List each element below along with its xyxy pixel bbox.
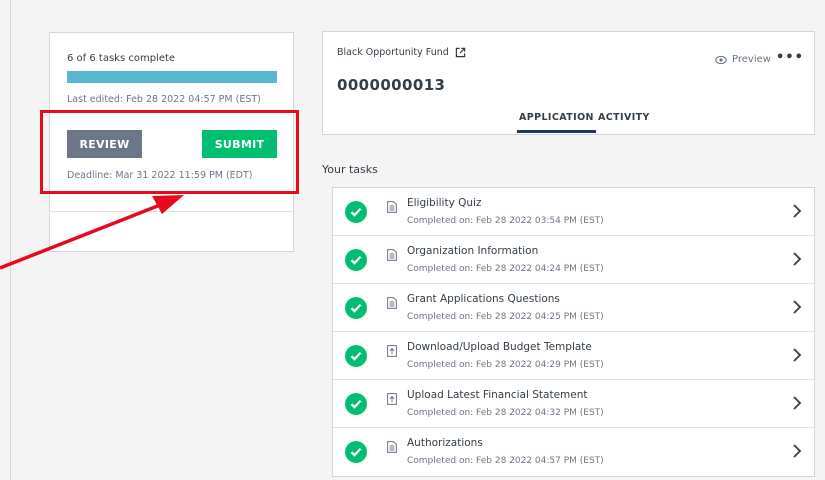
chevron-right-icon (793, 204, 802, 218)
upload-icon (387, 345, 397, 357)
check-circle-icon (345, 201, 367, 223)
chevron-right-icon (793, 348, 802, 362)
chevron-right-icon (793, 444, 802, 458)
preview-label: Preview (732, 54, 771, 65)
progress-card: 6 of 6 tasks complete Last edited: Feb 2… (49, 32, 294, 252)
application-number: 0000000013 (337, 76, 446, 94)
chevron-right-icon (793, 252, 802, 266)
tab-application[interactable]: APPLICATION (517, 112, 596, 133)
eye-icon (715, 55, 727, 64)
preview-button[interactable]: Preview (715, 54, 771, 65)
more-options-button[interactable]: ••• (776, 50, 804, 65)
application-header: Black Opportunity Fund 0000000013 Previe… (322, 31, 815, 135)
check-circle-icon (345, 345, 367, 367)
chevron-right-icon (793, 300, 802, 314)
task-completed-date: Completed on: Feb 28 2022 04:24 PM (EST) (407, 264, 604, 274)
document-icon (387, 201, 397, 213)
progress-bar (67, 71, 277, 83)
task-title: Organization Information (407, 245, 539, 257)
card-divider (50, 211, 293, 212)
task-title: Download/Upload Budget Template (407, 341, 592, 353)
upload-icon (387, 393, 397, 405)
document-icon (387, 249, 397, 261)
last-edited-text: Last edited: Feb 28 2022 04:57 PM (EST) (67, 94, 261, 105)
task-completed-date: Completed on: Feb 28 2022 04:29 PM (EST) (407, 360, 604, 370)
page: 6 of 6 tasks complete Last edited: Feb 2… (10, 0, 825, 480)
fund-name[interactable]: Black Opportunity Fund (337, 47, 466, 58)
progress-fill (67, 71, 277, 83)
progress-summary: 6 of 6 tasks complete (67, 53, 176, 64)
task-list: Eligibility Quiz Completed on: Feb 28 20… (332, 187, 815, 477)
task-eligibility-quiz[interactable]: Eligibility Quiz Completed on: Feb 28 20… (333, 188, 814, 236)
document-icon (387, 297, 397, 309)
task-title: Eligibility Quiz (407, 197, 482, 209)
task-completed-date: Completed on: Feb 28 2022 04:32 PM (EST) (407, 408, 604, 418)
task-title: Grant Applications Questions (407, 293, 560, 305)
submit-button[interactable]: SUBMIT (202, 130, 277, 158)
document-icon (387, 441, 397, 453)
task-completed-date: Completed on: Feb 28 2022 04:57 PM (EST) (407, 456, 604, 466)
fund-name-label: Black Opportunity Fund (337, 47, 449, 58)
task-title: Upload Latest Financial Statement (407, 389, 588, 401)
task-completed-date: Completed on: Feb 28 2022 04:25 PM (EST) (407, 312, 604, 322)
chevron-right-icon (793, 396, 802, 410)
task-budget-template[interactable]: Download/Upload Budget Template Complete… (333, 332, 814, 380)
review-button[interactable]: REVIEW (67, 130, 142, 158)
task-completed-date: Completed on: Feb 28 2022 03:54 PM (EST) (407, 216, 604, 226)
task-organization-information[interactable]: Organization Information Completed on: F… (333, 236, 814, 284)
external-link-icon[interactable] (455, 47, 466, 58)
tab-activity[interactable]: ACTIVITY (598, 112, 650, 123)
task-financial-statement[interactable]: Upload Latest Financial Statement Comple… (333, 380, 814, 428)
task-grant-applications-questions[interactable]: Grant Applications Questions Completed o… (333, 284, 814, 332)
check-circle-icon (345, 393, 367, 415)
check-circle-icon (345, 249, 367, 271)
task-authorizations[interactable]: Authorizations Completed on: Feb 28 2022… (333, 428, 814, 476)
deadline-text: Deadline: Mar 31 2022 11:59 PM (EDT) (67, 170, 253, 181)
task-title: Authorizations (407, 437, 483, 449)
tasks-heading: Your tasks (322, 163, 378, 176)
check-circle-icon (345, 441, 367, 463)
check-circle-icon (345, 297, 367, 319)
